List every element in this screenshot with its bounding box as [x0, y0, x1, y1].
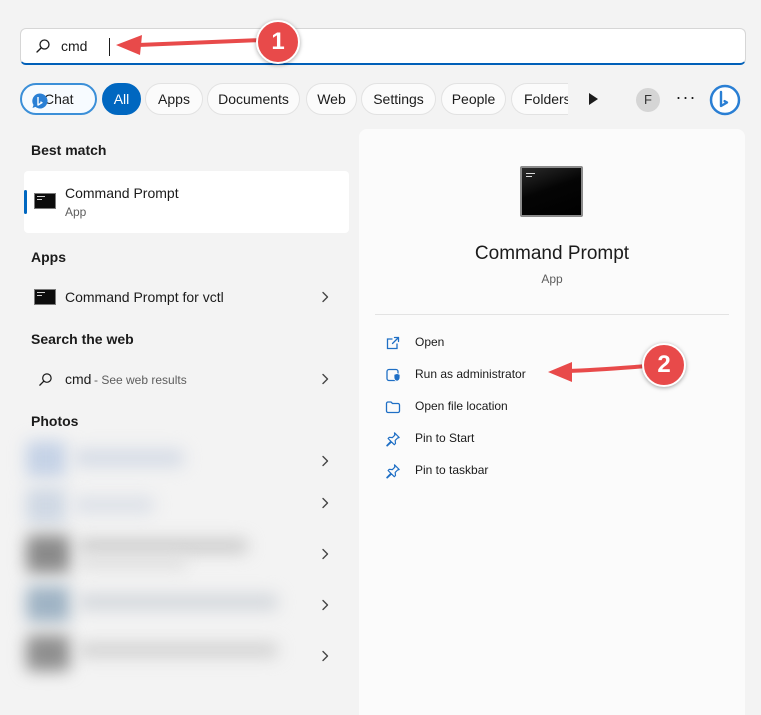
selection-indicator [24, 190, 27, 214]
web-result-cmd[interactable]: cmd - See web results [24, 365, 349, 393]
web-result-suffix: - See web results [94, 373, 187, 387]
pin-icon [385, 431, 401, 452]
filter-tab-settings[interactable]: Settings [361, 83, 436, 115]
command-prompt-icon [34, 289, 56, 305]
best-match-subtitle: App [65, 205, 87, 219]
app-result-title: Command Prompt for vctl [65, 289, 224, 305]
chevron-right-icon[interactable] [320, 455, 330, 467]
pin-icon [385, 463, 401, 484]
pin-to-start-action[interactable]: Pin to Start [385, 429, 705, 449]
chevron-right-icon[interactable] [320, 497, 330, 509]
search-icon [38, 372, 53, 392]
photo-result-blurred[interactable] [22, 437, 306, 484]
search-web-heading: Search the web [31, 331, 134, 347]
filter-tab-folders[interactable]: Folders [511, 83, 568, 115]
search-input-text[interactable]: cmd [61, 38, 87, 54]
run-as-administrator-label: Run as administrator [415, 367, 526, 381]
account-avatar[interactable]: F [636, 88, 660, 112]
chevron-right-icon [320, 291, 330, 303]
filter-tab-web[interactable]: Web [306, 83, 357, 115]
detail-divider [375, 314, 729, 315]
filter-tab-documents[interactable]: Documents [207, 83, 300, 115]
bing-icon[interactable] [709, 84, 741, 116]
chevron-right-icon [320, 373, 330, 385]
chevron-right-icon[interactable] [320, 650, 330, 662]
chevron-right-icon[interactable] [320, 599, 330, 611]
detail-title: Command Prompt [474, 243, 630, 264]
chevron-right-icon[interactable] [320, 548, 330, 560]
more-filters-play-icon[interactable] [584, 90, 602, 108]
filter-tab-all[interactable]: All [102, 83, 141, 115]
apps-heading: Apps [31, 249, 66, 265]
open-file-location-label: Open file location [415, 399, 508, 413]
chat-filter-button[interactable]: Chat [20, 83, 97, 115]
command-prompt-icon [34, 193, 56, 209]
search-icon [35, 38, 51, 59]
photos-heading: Photos [31, 413, 79, 429]
pin-to-taskbar-action[interactable]: Pin to taskbar [385, 461, 705, 481]
open-action-label: Open [415, 335, 445, 349]
app-result-command-prompt-vctl[interactable]: Command Prompt for vctl [24, 283, 349, 311]
best-match-result[interactable]: Command Prompt App [24, 171, 349, 233]
bing-chat-icon [31, 91, 49, 113]
detail-subtitle: App [541, 272, 563, 286]
more-options-ellipsis-button[interactable]: ··· [674, 87, 698, 111]
search-box[interactable]: cmd [20, 28, 746, 65]
open-file-location-action[interactable]: Open file location [385, 397, 705, 417]
result-detail-pane: Command Prompt App Open Run as administr… [359, 129, 745, 715]
best-match-heading: Best match [31, 142, 107, 158]
annotation-badge-1: 1 [256, 20, 300, 64]
photo-result-blurred[interactable] [22, 580, 306, 627]
pin-to-start-label: Pin to Start [415, 431, 475, 445]
filter-tab-apps[interactable]: Apps [145, 83, 203, 115]
folder-icon [385, 399, 401, 420]
web-result-query: cmd [65, 371, 92, 387]
photo-result-blurred[interactable] [22, 484, 306, 531]
best-match-title: Command Prompt [65, 185, 179, 201]
photo-result-blurred[interactable] [22, 531, 306, 578]
open-external-icon [385, 335, 401, 356]
photo-result-blurred[interactable] [22, 627, 306, 674]
shield-window-icon [385, 367, 401, 388]
pin-to-taskbar-label: Pin to taskbar [415, 463, 489, 477]
text-caret [109, 38, 110, 56]
filter-tab-people[interactable]: People [441, 83, 506, 115]
command-prompt-large-icon [520, 166, 583, 217]
annotation-badge-2: 2 [642, 343, 686, 387]
